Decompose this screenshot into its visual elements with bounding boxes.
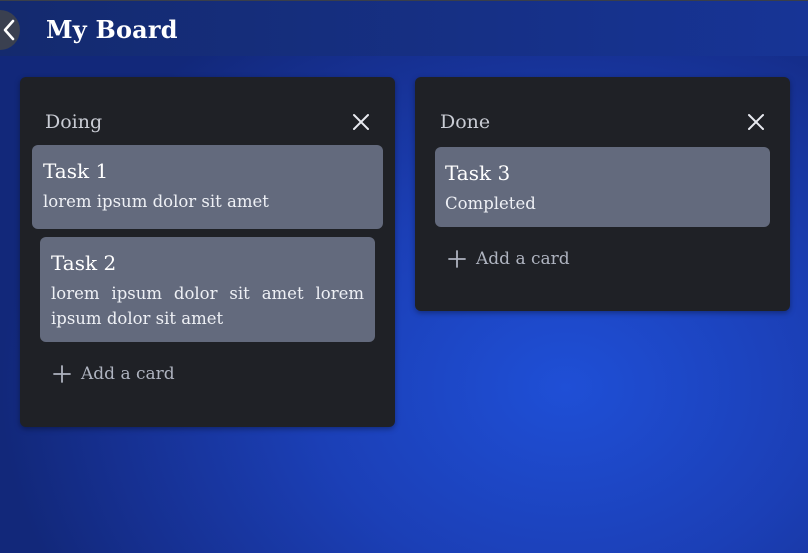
plus-icon (448, 250, 466, 268)
list-done: Done Task 3 Completed Add a card (415, 77, 790, 311)
close-icon[interactable] (352, 113, 370, 131)
card-description: lorem ipsum dolor sit amet lorem ipsum d… (51, 284, 364, 328)
top-bar: My Board (0, 0, 808, 56)
card-task-3[interactable]: Task 3 Completed (435, 147, 770, 227)
plus-icon (53, 365, 71, 383)
add-card-button[interactable]: Add a card (448, 249, 570, 269)
list-title[interactable]: Doing (45, 111, 102, 133)
add-card-label: Add a card (476, 249, 570, 269)
list-title[interactable]: Done (440, 111, 490, 133)
card-description: lorem ipsum dolor sit amet (43, 192, 269, 211)
add-card-label: Add a card (81, 364, 175, 384)
board-title: My Board (46, 15, 178, 44)
card-title: Task 1 (43, 159, 109, 183)
chevron-left-icon (3, 19, 15, 41)
card-description: Completed (445, 194, 536, 213)
card-task-2[interactable]: Task 2 lorem ipsum dolor sit amet lorem … (40, 237, 375, 342)
card-title: Task 2 (51, 251, 117, 275)
card-task-1[interactable]: Task 1 lorem ipsum dolor sit amet (32, 145, 383, 229)
card-title: Task 3 (445, 161, 511, 185)
add-card-button[interactable]: Add a card (53, 364, 175, 384)
list-doing: Doing Task 1 lorem ipsum dolor sit amet … (20, 77, 395, 427)
close-icon[interactable] (747, 113, 765, 131)
back-button[interactable] (0, 10, 20, 50)
